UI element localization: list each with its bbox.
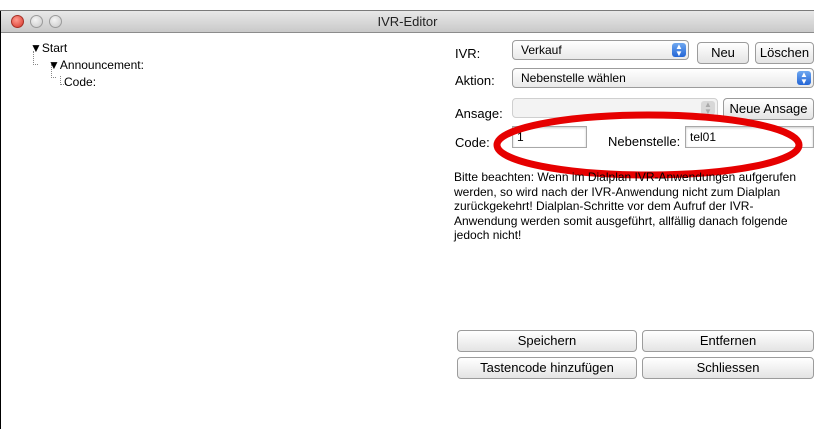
ivr-select-value: Verkauf [521,43,562,57]
tree-node-code[interactable]: Code: [64,75,96,89]
neu-button[interactable]: Neu [697,42,749,64]
aktion-label: Aktion: [455,73,495,88]
entfernen-button[interactable]: Entfernen [642,330,814,352]
select-arrows-icon: ▲ ▼ [672,43,686,58]
top-edge [0,0,814,11]
tree-node-label: Start [41,41,68,55]
ivr-select[interactable]: Verkauf ▲ ▼ [512,40,689,60]
ivr-label: IVR: [455,46,481,61]
title-bar[interactable]: IVR-Editor [1,11,814,33]
tree-node-label: Announcement: [59,58,144,72]
tree-node-label: Code: [64,75,97,89]
select-arrows-icon: ▲ ▼ [797,71,811,86]
code-label: Code: [455,135,490,150]
ansage-label: Ansage: [455,106,503,121]
tastencode-hinzufuegen-button[interactable]: Tastencode hinzufügen [457,357,637,379]
aktion-select-value: Nebenstelle wählen [521,71,626,85]
expand-triangle-icon[interactable]: ▼ [30,41,42,55]
expand-triangle-icon[interactable]: ▼ [48,58,60,72]
speichern-button[interactable]: Speichern [457,330,637,352]
nebenstelle-label: Nebenstelle: [608,134,681,149]
window-title: IVR-Editor [377,14,438,29]
schliessen-button[interactable]: Schliessen [642,357,814,379]
neue-ansage-button[interactable]: Neue Ansage [723,98,814,120]
code-input[interactable]: 1 [512,126,587,148]
loeschen-button[interactable]: Löschen [755,42,814,64]
dialplan-note: Bitte beachten: Wenn im Dialplan IVR-Anw… [454,170,796,242]
tree-node-announcement[interactable]: ▼Announcement: [48,58,144,72]
tree-node-start[interactable]: ▼Start [30,41,67,55]
ansage-select[interactable]: ▲ ▼ [512,98,718,118]
select-arrows-icon: ▲ ▼ [701,101,715,116]
aktion-select[interactable]: Nebenstelle wählen ▲ ▼ [512,68,814,88]
nebenstelle-input[interactable]: tel01 [685,126,814,148]
